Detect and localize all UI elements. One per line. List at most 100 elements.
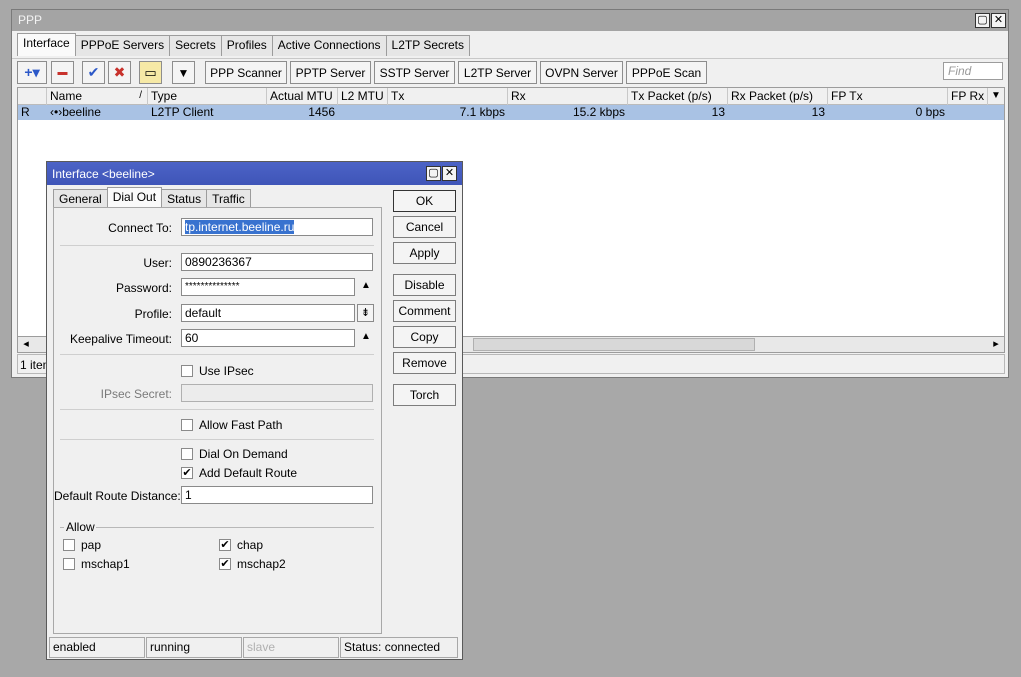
ipsec-secret-field[interactable]: [181, 384, 373, 402]
sstp-server-button[interactable]: SSTP Server: [374, 61, 455, 84]
torch-button[interactable]: Torch: [393, 384, 456, 406]
tab-pppoe-servers[interactable]: PPPoE Servers: [74, 35, 171, 56]
ppp-window-title: PPP: [18, 13, 43, 27]
divider: [60, 245, 374, 246]
copy-button[interactable]: Copy: [393, 326, 456, 348]
column-header-type[interactable]: Type: [148, 88, 267, 105]
add-icon[interactable]: +▾: [17, 61, 47, 84]
pppoe-scan-button[interactable]: PPPoE Scan: [626, 61, 707, 84]
tab-interface[interactable]: Interface: [17, 33, 76, 56]
row-name: ‹•›beeline: [50, 105, 101, 119]
status-running: running: [146, 637, 242, 658]
column-header-tx-packet[interactable]: Tx Packet (p/s): [628, 88, 728, 105]
password-label: Password:: [115, 281, 172, 295]
connect-to-value: tp.internet.beeline.ru: [185, 220, 295, 234]
disable-icon[interactable]: ✖: [108, 61, 131, 84]
enable-icon[interactable]: ✔: [82, 61, 105, 84]
column-header-flag[interactable]: [18, 88, 47, 105]
tab-profiles[interactable]: Profiles: [220, 35, 273, 56]
ovpn-server-button[interactable]: OVPN Server: [540, 61, 623, 84]
divider: [60, 439, 374, 440]
ppp-toolbar: +▾ ▬ ✔ ✖ ▭ ▼ PPP Scanner PPTP Server SST…: [12, 58, 1008, 86]
column-header-fp-rx[interactable]: FP Rx: [948, 88, 988, 105]
ok-button[interactable]: OK: [393, 190, 456, 212]
remove-icon[interactable]: ▬: [51, 61, 74, 84]
column-header-tx[interactable]: Tx: [388, 88, 508, 105]
apply-button[interactable]: Apply: [393, 242, 456, 264]
mschap1-checkbox[interactable]: [63, 558, 75, 570]
pap-checkbox[interactable]: [63, 539, 75, 551]
user-label: User:: [143, 256, 172, 270]
allow-group-legend: Allow: [66, 520, 95, 534]
default-route-distance-field[interactable]: 1: [181, 486, 373, 504]
divider: [60, 527, 64, 528]
row-tx: 7.1 kbps: [459, 105, 505, 119]
disable-button[interactable]: Disable: [393, 274, 456, 296]
default-route-distance-label: Default Route Distance:: [54, 489, 181, 503]
profile-dropdown-icon[interactable]: ⇟: [357, 304, 374, 322]
column-menu-icon[interactable]: ▼: [988, 88, 1004, 105]
remove-button[interactable]: Remove: [393, 352, 456, 374]
l2tp-server-button[interactable]: L2TP Server: [458, 61, 537, 84]
password-field[interactable]: **************: [181, 278, 355, 296]
column-header-l2-mtu[interactable]: L2 MTU: [338, 88, 388, 105]
dialog-title: Interface <beeline>: [52, 167, 155, 181]
ppp-titlebar[interactable]: PPP ▢ ✕: [12, 10, 1008, 31]
mschap2-label: mschap2: [237, 557, 286, 571]
dialog-close-icon[interactable]: ✕: [442, 166, 457, 181]
keepalive-collapse-icon[interactable]: ▲: [359, 331, 373, 345]
use-ipsec-checkbox[interactable]: [181, 365, 193, 377]
column-header-fp-tx[interactable]: FP Tx: [828, 88, 948, 105]
connect-to-field[interactable]: tp.internet.beeline.ru: [181, 218, 373, 236]
row-tx-packet: 13: [711, 105, 725, 119]
comment-icon[interactable]: ▭: [139, 61, 162, 84]
allow-fast-path-label: Allow Fast Path: [199, 418, 283, 432]
column-header-label: Name: [50, 89, 83, 103]
row-actual-mtu: 1456: [308, 105, 335, 119]
dial-out-panel: Connect To: tp.internet.beeline.ru User:…: [53, 207, 382, 634]
table-header: Name / Type Actual MTU L2 MTU Tx Rx Tx P…: [18, 88, 1004, 105]
user-field[interactable]: 0890236367: [181, 253, 373, 271]
close-icon[interactable]: ✕: [991, 13, 1006, 28]
column-header-rx-packet[interactable]: Rx Packet (p/s): [728, 88, 828, 105]
dial-on-demand-label: Dial On Demand: [199, 447, 288, 461]
row-rx: 15.2 kbps: [572, 105, 625, 119]
column-header-name[interactable]: Name /: [47, 88, 148, 105]
use-ipsec-label: Use IPsec: [199, 364, 254, 378]
divider: [60, 354, 374, 355]
restore-icon[interactable]: ▢: [975, 13, 990, 28]
tab-active-connections[interactable]: Active Connections: [271, 35, 387, 56]
comment-button[interactable]: Comment: [393, 300, 456, 322]
keepalive-timeout-label: Keepalive Timeout:: [69, 332, 172, 346]
add-default-route-checkbox[interactable]: ✔: [181, 467, 193, 479]
dial-on-demand-checkbox[interactable]: [181, 448, 193, 460]
ppp-scanner-button[interactable]: PPP Scanner: [205, 61, 287, 84]
cancel-button[interactable]: Cancel: [393, 216, 456, 238]
status-slave: slave: [243, 637, 339, 658]
scroll-left-icon[interactable]: ◂: [19, 337, 33, 352]
keepalive-timeout-field[interactable]: 60: [181, 329, 355, 347]
pptp-server-button[interactable]: PPTP Server: [290, 61, 371, 84]
column-header-rx[interactable]: Rx: [508, 88, 628, 105]
allow-fast-path-checkbox[interactable]: [181, 419, 193, 431]
sort-icon: /: [139, 90, 142, 101]
tab-l2tp-secrets[interactable]: L2TP Secrets: [385, 35, 470, 56]
table-row[interactable]: R ‹•›beeline L2TP Client 1456 7.1 kbps 1…: [18, 105, 1004, 120]
password-collapse-icon[interactable]: ▲: [359, 280, 373, 294]
column-header-actual-mtu[interactable]: Actual MTU: [267, 88, 338, 105]
row-flag: R: [21, 105, 30, 119]
connect-to-label: Connect To:: [108, 221, 172, 235]
scrollbar-thumb[interactable]: [473, 338, 755, 351]
profile-select[interactable]: default: [181, 304, 355, 322]
ipsec-secret-label: IPsec Secret:: [100, 387, 172, 401]
chap-checkbox[interactable]: ✔: [219, 539, 231, 551]
mschap2-checkbox[interactable]: ✔: [219, 558, 231, 570]
tab-secrets[interactable]: Secrets: [169, 35, 222, 56]
dialog-titlebar[interactable]: Interface <beeline> ▢ ✕: [47, 162, 462, 185]
row-fp-rx: [948, 105, 988, 120]
filter-icon[interactable]: ▼: [172, 61, 195, 84]
dialog-restore-icon[interactable]: ▢: [426, 166, 441, 181]
scroll-right-icon[interactable]: ▸: [989, 337, 1003, 352]
find-input[interactable]: Find: [943, 62, 1003, 80]
chap-label: chap: [237, 538, 264, 552]
